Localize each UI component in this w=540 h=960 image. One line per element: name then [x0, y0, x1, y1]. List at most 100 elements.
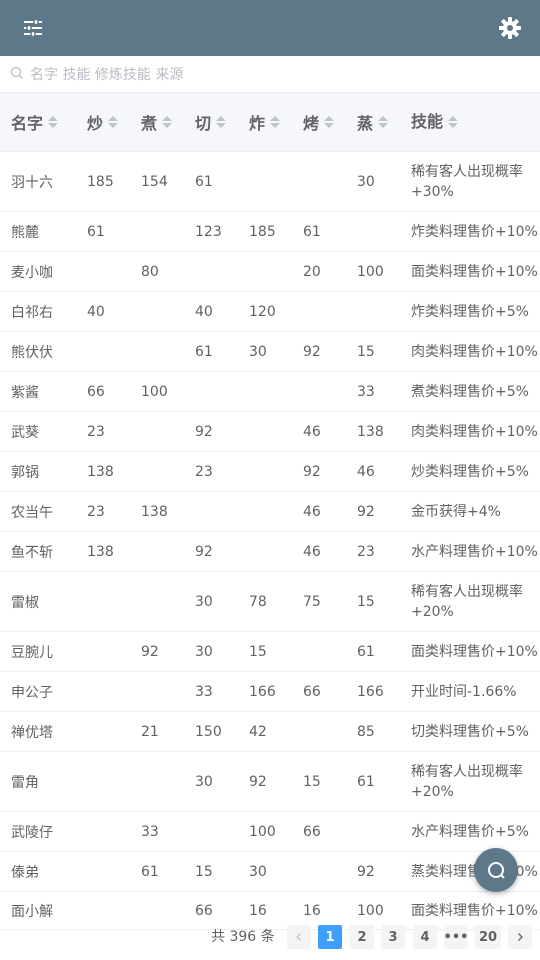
table-body: 羽十六 185 154 61 30 稀有客人出现概率+30% 熊麓 61 123 185 61 炸类料… — [0, 152, 540, 930]
table-cell: 61 — [195, 343, 213, 360]
table-cell: 85 — [357, 723, 375, 740]
table-cell: 熊麓 — [11, 224, 39, 241]
sliders-icon[interactable] — [19, 14, 47, 42]
sort-icon[interactable] — [378, 116, 389, 128]
sort-icon[interactable] — [216, 116, 227, 128]
table-cell: 炸类料理售价+10% — [411, 223, 538, 240]
table-cell: 雷椒 — [11, 594, 39, 611]
table-row[interactable]: 鱼不斩 138 92 46 23 水产料理售价+10% — [0, 532, 540, 572]
sort-icon[interactable] — [270, 116, 281, 128]
table-cell: 166 — [357, 683, 384, 700]
table-cell: 123 — [195, 223, 222, 240]
page-button[interactable]: 4 — [413, 925, 437, 949]
column-header[interactable]: 切 — [184, 110, 238, 134]
sort-icon[interactable] — [162, 116, 173, 128]
table-row[interactable]: 紫酱 66 100 33 煮类料理售价+5% — [0, 372, 540, 412]
table-cell: 炸类料理售价+5% — [411, 303, 529, 320]
table-row[interactable]: 熊麓 61 123 185 61 炸类料理售价+10% — [0, 212, 540, 252]
table-cell: 麦小咖 — [11, 264, 53, 281]
table-row[interactable]: 白祁右 40 40 120 炸类料理售价+5% — [0, 292, 540, 332]
table-cell: 金币获得+4% — [411, 503, 501, 520]
table-cell: 92 — [303, 463, 321, 480]
column-header[interactable]: 煮 — [130, 110, 184, 134]
table-row[interactable]: 武葵 23 92 46 138 肉类料理售价+10% — [0, 412, 540, 452]
table-cell: 水产料理售价+5% — [411, 823, 529, 840]
page-button[interactable]: 2 — [350, 925, 374, 949]
page-button[interactable]: 3 — [381, 925, 405, 949]
table-row[interactable]: 申公子 33 166 66 166 开业时间-1.66% — [0, 672, 540, 712]
prev-page-button[interactable] — [287, 925, 311, 949]
page-ellipsis-button[interactable]: ••• — [444, 925, 468, 949]
column-header[interactable]: 蒸 — [346, 110, 400, 134]
table-row[interactable]: 傣弟 61 15 30 92 蒸类料理售价+10% — [0, 852, 540, 892]
table-row[interactable]: 羽十六 185 154 61 30 稀有客人出现概率+30% — [0, 152, 540, 212]
column-header[interactable]: 技能 — [400, 112, 540, 132]
table-cell: 雷角 — [11, 774, 39, 791]
search-fab-button[interactable] — [474, 848, 518, 892]
table-cell: 138 — [357, 423, 384, 440]
table-cell: 面类料理售价+10% — [411, 643, 538, 660]
search-fab-icon — [488, 862, 505, 879]
gear-icon[interactable] — [496, 14, 524, 42]
table-cell: 100 — [249, 823, 276, 840]
table-cell: 21 — [141, 723, 159, 740]
table-cell: 46 — [303, 543, 321, 560]
table-cell: 42 — [249, 723, 267, 740]
table-cell: 66 — [195, 902, 213, 919]
table-row[interactable]: 豆腕儿 92 30 15 61 面类料理售价+10% — [0, 632, 540, 672]
table-cell: 30 — [249, 863, 267, 880]
sort-icon[interactable] — [108, 116, 119, 128]
column-header[interactable]: 烤 — [292, 110, 346, 134]
table-row[interactable]: 雷角 30 92 15 61 稀有客人出现概率+20% — [0, 752, 540, 812]
top-app-bar — [0, 0, 540, 56]
sort-icon[interactable] — [48, 116, 59, 128]
search-bar[interactable]: 名字 技能 修炼技能 来源 — [0, 56, 540, 93]
table-cell: 100 — [141, 383, 168, 400]
table-cell: 水产料理售价+10% — [411, 543, 538, 560]
table-row[interactable]: 郭锅 138 23 92 46 炒类料理售价+5% — [0, 452, 540, 492]
table-cell: 30 — [195, 773, 213, 790]
table-cell: 15 — [249, 643, 267, 660]
table-cell: 46 — [303, 423, 321, 440]
table-cell: 66 — [303, 683, 321, 700]
table-row[interactable]: 雷椒 30 78 75 15 稀有客人出现概率+20% — [0, 572, 540, 632]
table-cell: 面类料理售价+10% — [411, 263, 538, 280]
column-header-label: 切 — [195, 114, 212, 133]
table-cell: 138 — [87, 543, 114, 560]
next-page-button[interactable] — [508, 925, 532, 949]
table-cell: 138 — [87, 463, 114, 480]
search-input[interactable]: 名字 技能 修炼技能 来源 — [30, 64, 183, 84]
table-cell: 30 — [195, 593, 213, 610]
table-cell: 开业时间-1.66% — [411, 683, 517, 700]
table-cell: 豆腕儿 — [11, 644, 53, 661]
table-row[interactable]: 麦小咖 80 20 100 面类料理售价+10% — [0, 252, 540, 292]
column-header[interactable]: 炸 — [238, 110, 292, 134]
total-count: 共 396 条 — [211, 929, 275, 945]
page-button[interactable]: 20 — [475, 925, 501, 949]
table-cell: 92 — [303, 343, 321, 360]
table-row[interactable]: 农当午 23 138 46 92 金币获得+4% — [0, 492, 540, 532]
column-header[interactable]: 炒 — [76, 110, 130, 134]
sort-icon[interactable] — [448, 116, 459, 128]
table-cell: 30 — [357, 173, 375, 190]
column-header[interactable]: 名字 — [0, 110, 76, 134]
table-cell: 40 — [195, 303, 213, 320]
table-cell: 15 — [357, 593, 375, 610]
table-cell: 15 — [357, 343, 375, 360]
table-cell: 61 — [141, 863, 159, 880]
table-cell: 蒸类料理售价+10% — [400, 862, 540, 882]
table-cell: 185 — [87, 173, 114, 190]
column-header-label: 炸 — [249, 114, 266, 133]
column-header-label: 炒 — [87, 114, 104, 133]
table-cell: 66 — [87, 383, 105, 400]
table-cell: 武陵仔 — [11, 824, 53, 841]
table-cell: 16 — [303, 902, 321, 919]
page-button[interactable]: 1 — [318, 925, 342, 949]
table-row[interactable]: 武陵仔 33 100 66 水产料理售价+5% — [0, 812, 540, 852]
sort-icon[interactable] — [324, 116, 335, 128]
table-row[interactable]: 熊伏伏 61 30 92 15 肉类料理售价+10% — [0, 332, 540, 372]
table-cell: 75 — [303, 593, 321, 610]
column-header-label: 技能 — [411, 112, 444, 131]
table-cell: 33 — [357, 383, 375, 400]
table-row[interactable]: 禅优塔 21 150 42 85 切类料理售价+5% — [0, 712, 540, 752]
